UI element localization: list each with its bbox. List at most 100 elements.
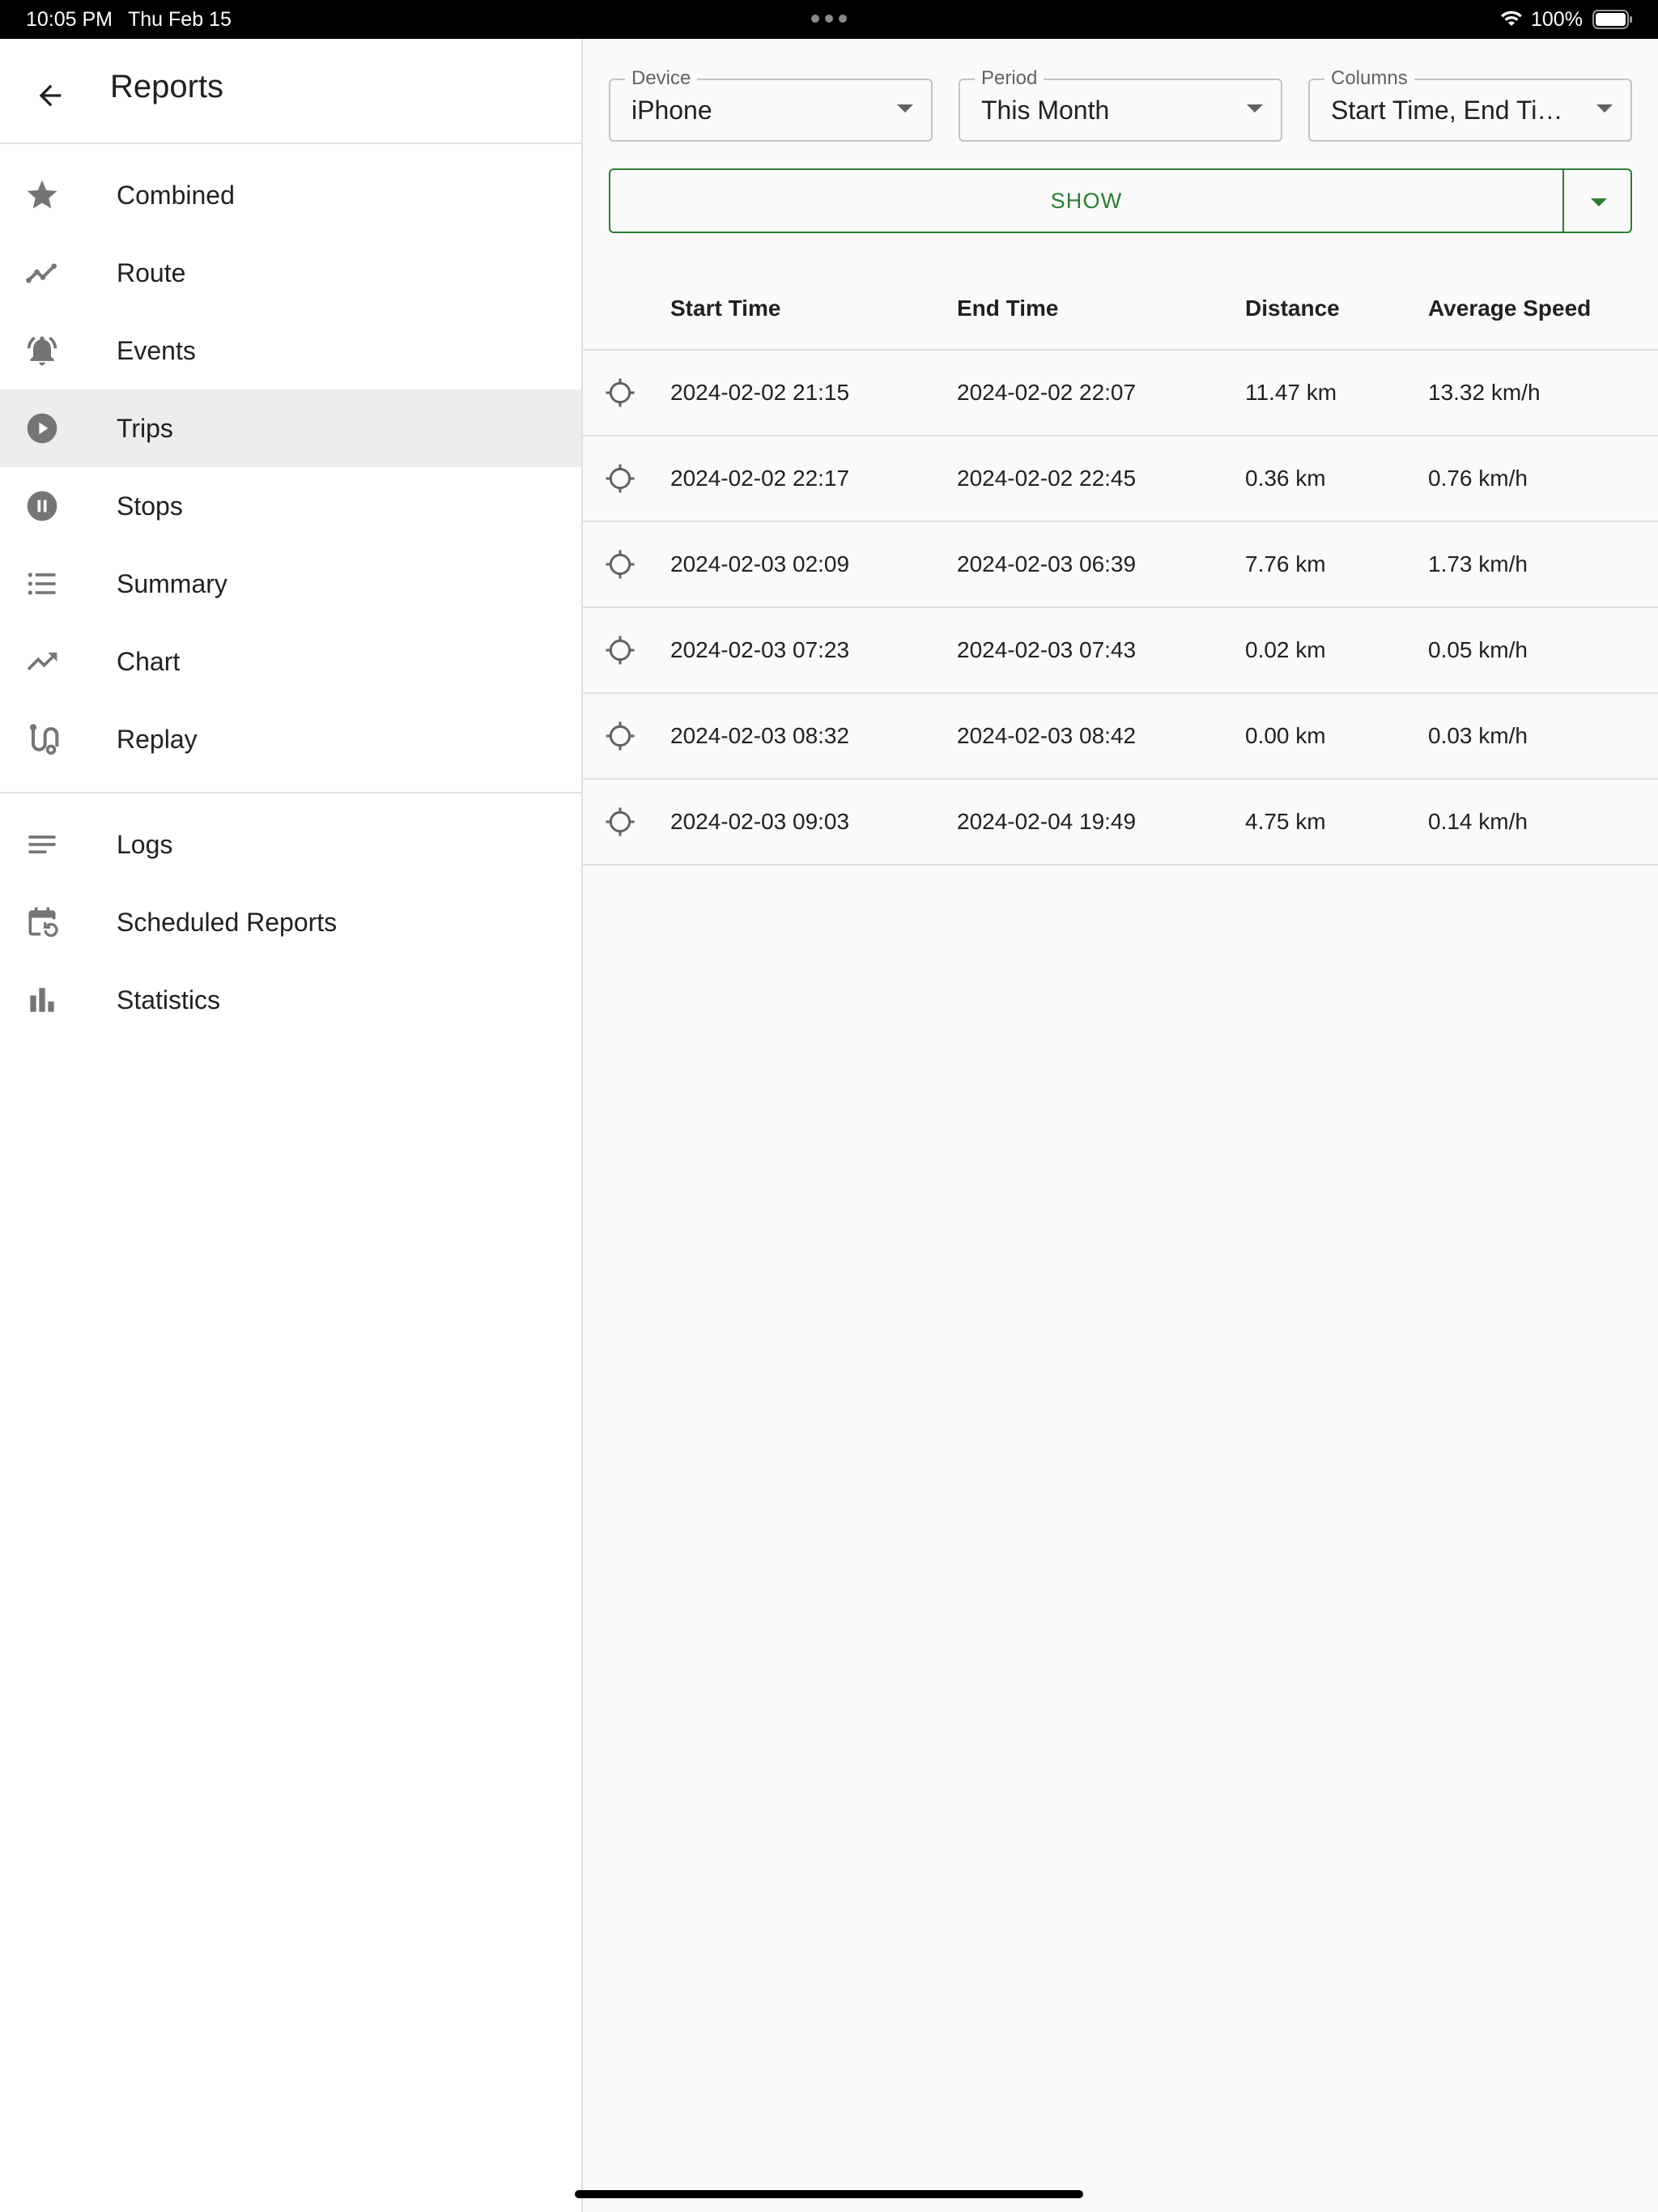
gps-crosshair-icon[interactable] (602, 632, 638, 668)
table-row: 2024-02-03 09:03 2024-02-04 19:49 4.75 km 0… (583, 780, 1658, 866)
cell-distance: 0.00 km (1245, 723, 1326, 748)
back-button[interactable] (26, 71, 74, 120)
route-icon (24, 721, 60, 757)
sidebar-item-scheduled-reports[interactable]: Scheduled Reports (0, 883, 581, 961)
cell-distance: 0.02 km (1245, 637, 1326, 662)
sidebar-item-label: Scheduled Reports (117, 908, 338, 937)
table-body: 2024-02-02 21:15 2024-02-02 22:07 11.47 km… (583, 351, 1658, 866)
sidebar-item-label: Route (117, 258, 186, 287)
notes-icon (24, 827, 60, 862)
cell-start-time: 2024-02-03 02:09 (670, 551, 850, 576)
trips-table: Start Time End Time Distance Average Spe… (583, 268, 1658, 866)
sidebar-item-route[interactable]: Route (0, 234, 581, 312)
cell-end-time: 2024-02-03 07:43 (957, 637, 1137, 662)
column-header-average-speed: Average Speed (1428, 296, 1592, 321)
cell-average-speed: 0.14 km/h (1428, 809, 1528, 834)
battery-percentage: 100% (1531, 8, 1583, 31)
column-header-start-time: Start Time (670, 296, 781, 321)
table-row: 2024-02-03 02:09 2024-02-03 06:39 7.76 km 1… (583, 522, 1658, 608)
status-bar: 10:05 PM Thu Feb 15 100% (0, 0, 1658, 39)
cell-start-time: 2024-02-02 21:15 (670, 380, 850, 405)
sidebar-item-label: Summary (117, 569, 227, 598)
table-header: Start Time End Time Distance Average Spe… (583, 268, 1658, 351)
play-circle-icon (24, 410, 60, 446)
battery-icon (1592, 10, 1632, 29)
sidebar-item-label: Replay (117, 725, 198, 754)
columns-select[interactable]: Columns Start Time, End Time, Distance, … (1308, 67, 1632, 142)
gps-crosshair-icon[interactable] (602, 804, 638, 840)
sidebar-item-label: Trips (117, 414, 173, 443)
wifi-icon (1501, 11, 1522, 26)
sidebar-item-trips[interactable]: Trips (0, 389, 581, 467)
cell-average-speed: 0.03 km/h (1428, 723, 1528, 748)
cell-end-time: 2024-02-04 19:49 (957, 809, 1137, 834)
sidebar-item-chart[interactable]: Chart (0, 623, 581, 700)
home-indicator[interactable] (575, 2190, 1083, 2198)
period-select-value: This Month (981, 96, 1110, 125)
cell-average-speed: 0.76 km/h (1428, 466, 1528, 491)
sidebar-item-stops[interactable]: Stops (0, 467, 581, 545)
arrow-left-icon (39, 84, 62, 107)
event-repeat-icon (24, 904, 60, 940)
cell-end-time: 2024-02-03 08:42 (957, 723, 1137, 748)
reports-sidebar: Reports Combined Route Events Trips Stop… (0, 39, 583, 2212)
gps-crosshair-icon[interactable] (602, 461, 638, 496)
pause-circle-icon (24, 488, 60, 524)
notifications-active-icon (24, 333, 60, 368)
show-options-button[interactable] (1562, 168, 1632, 233)
sidebar-item-label: Statistics (117, 985, 221, 1015)
table-row: 2024-02-03 07:23 2024-02-03 07:43 0.02 km 0… (583, 608, 1658, 694)
multitasking-dots-icon[interactable] (811, 15, 847, 23)
sidebar-item-events[interactable]: Events (0, 312, 581, 389)
format-list-bulleted-icon (24, 566, 60, 602)
star-icon (24, 177, 60, 213)
sidebar-item-label: Chart (117, 647, 181, 676)
gps-crosshair-icon[interactable] (602, 718, 638, 754)
sidebar-item-logs[interactable]: Logs (0, 806, 581, 883)
show-button[interactable]: SHOW (609, 168, 1564, 233)
report-content: Device iPhone Period This Month Columns … (583, 39, 1658, 2212)
column-header-distance: Distance (1245, 296, 1340, 321)
cell-start-time: 2024-02-03 08:32 (670, 723, 850, 748)
trending-up-icon (24, 644, 60, 679)
caret-down-icon (1247, 104, 1263, 113)
status-date: Thu Feb 15 (128, 8, 232, 31)
caret-down-icon (1591, 198, 1607, 206)
timeline-icon (24, 255, 60, 291)
sidebar-item-label: Events (117, 336, 196, 365)
cell-end-time: 2024-02-02 22:45 (957, 466, 1137, 491)
caret-down-icon (897, 104, 913, 113)
sidebar-header: Reports (0, 39, 581, 144)
cell-distance: 4.75 km (1245, 809, 1326, 834)
sidebar-item-label: Logs (117, 830, 173, 859)
column-header-end-time: End Time (957, 296, 1059, 321)
cell-average-speed: 0.05 km/h (1428, 637, 1528, 662)
device-select[interactable]: Device iPhone (609, 67, 933, 142)
cell-average-speed: 13.32 km/h (1428, 380, 1541, 405)
cell-distance: 7.76 km (1245, 551, 1326, 576)
cell-average-speed: 1.73 km/h (1428, 551, 1528, 576)
period-select[interactable]: Period This Month (959, 67, 1282, 142)
sidebar-item-replay[interactable]: Replay (0, 700, 581, 778)
sidebar-item-combined[interactable]: Combined (0, 156, 581, 234)
bar-chart-icon (24, 982, 60, 1018)
cell-start-time: 2024-02-03 09:03 (670, 809, 850, 834)
sidebar-item-statistics[interactable]: Statistics (0, 961, 581, 1039)
caret-down-icon (1596, 104, 1613, 113)
table-row: 2024-02-02 21:15 2024-02-02 22:07 11.47 km… (583, 351, 1658, 436)
device-select-value: iPhone (631, 96, 712, 125)
cell-end-time: 2024-02-03 06:39 (957, 551, 1137, 576)
cell-end-time: 2024-02-02 22:07 (957, 380, 1137, 405)
gps-crosshair-icon[interactable] (602, 547, 638, 582)
status-time: 10:05 PM (26, 8, 113, 31)
page-title: Reports (110, 69, 224, 104)
columns-select-value: Start Time, End Time, Distance, Average … (1331, 96, 1574, 125)
table-row: 2024-02-02 22:17 2024-02-02 22:45 0.36 km 0… (583, 436, 1658, 522)
table-row: 2024-02-03 08:32 2024-02-03 08:42 0.00 km 0… (583, 694, 1658, 780)
cell-start-time: 2024-02-02 22:17 (670, 466, 850, 491)
sidebar-divider (0, 792, 581, 793)
sidebar-item-label: Stops (117, 491, 183, 521)
gps-crosshair-icon[interactable] (602, 375, 638, 410)
cell-distance: 0.36 km (1245, 466, 1326, 491)
sidebar-item-summary[interactable]: Summary (0, 545, 581, 623)
